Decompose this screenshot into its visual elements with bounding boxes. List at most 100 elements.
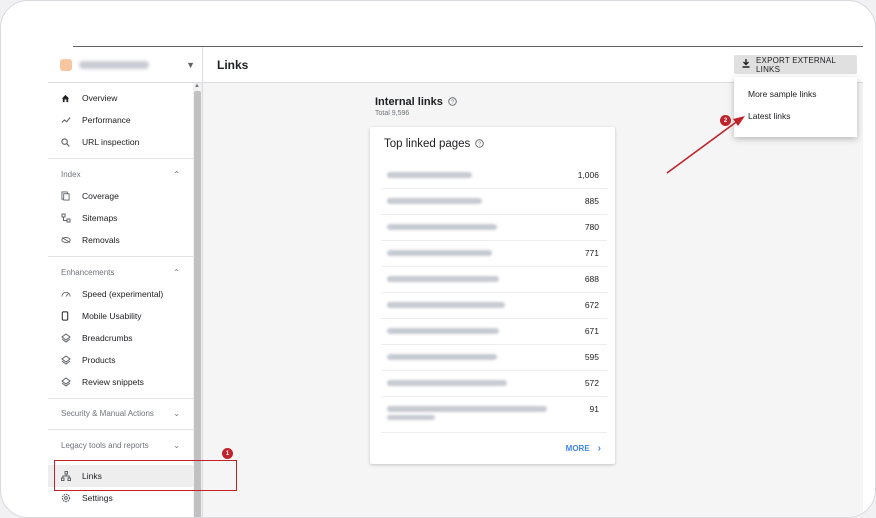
sidebar-item-mobile-usability[interactable]: Mobile Usability	[48, 305, 193, 327]
table-row[interactable]: 91	[381, 397, 607, 433]
link-count: 572	[584, 378, 599, 388]
more-label: MORE	[565, 444, 590, 453]
sidebar-item-breadcrumbs[interactable]: Breadcrumbs	[48, 327, 193, 349]
blurred-url	[387, 354, 497, 360]
table-row[interactable]: 688	[381, 267, 607, 293]
sidebar-item-sitemaps[interactable]: Sitemaps	[48, 207, 193, 229]
property-selector[interactable]: ▼	[48, 47, 203, 83]
section-label: Index	[61, 170, 81, 179]
menu-item-latest-links[interactable]: Latest links	[748, 111, 791, 121]
card-title: Top linked pages	[384, 138, 471, 150]
top-linked-pages-card: Top linked pages ? 1,006 885 780 771 688…	[370, 127, 615, 464]
gear-icon	[48, 493, 74, 503]
sidebar-item-label: Breadcrumbs	[82, 333, 133, 343]
table-row[interactable]: 885	[381, 189, 607, 215]
section-security[interactable]: Security & Manual Actions ⌄	[48, 409, 193, 418]
blurred-url	[387, 328, 499, 334]
section-index[interactable]: Index ⌃	[48, 170, 193, 179]
sidebar-item-overview[interactable]: Overview	[48, 87, 193, 109]
sidebar-item-performance[interactable]: Performance	[48, 109, 193, 131]
scroll-up-arrow-icon[interactable]: ▲	[194, 83, 200, 89]
property-favicon-icon	[60, 58, 72, 71]
table-row[interactable]: 771	[381, 241, 607, 267]
annotation-arrow	[666, 116, 745, 174]
sitemap-icon	[48, 213, 74, 223]
link-count: 671	[584, 326, 599, 336]
blurred-url	[387, 415, 435, 420]
table-row[interactable]: 1,006	[381, 163, 607, 189]
link-count: 91	[589, 404, 599, 414]
blurred-url	[387, 198, 482, 204]
section-legacy[interactable]: Legacy tools and reports ⌄	[48, 441, 193, 450]
link-count: 595	[584, 352, 599, 362]
table-row[interactable]: 672	[381, 293, 607, 319]
sidebar: ▼ Overview Performance URL inspection In…	[48, 47, 203, 517]
chevron-up-icon: ⌃	[173, 268, 180, 277]
table-row[interactable]: 671	[381, 319, 607, 345]
chevron-down-icon: ⌄	[173, 441, 180, 450]
chevron-down-icon: ⌄	[173, 409, 180, 418]
mobile-icon	[48, 311, 74, 321]
link-count: 885	[584, 196, 599, 206]
layers-icon	[48, 377, 74, 387]
section-label: Legacy tools and reports	[61, 441, 149, 450]
sidebar-item-label: Review snippets	[82, 377, 144, 387]
export-label: EXPORT EXTERNAL LINKS	[756, 55, 836, 74]
dropdown-caret-icon[interactable]: ▼	[186, 60, 195, 70]
sidebar-divider	[48, 158, 193, 159]
sidebar-scrollbar-thumb[interactable]	[194, 91, 201, 517]
help-icon[interactable]: ?	[475, 139, 484, 150]
sidebar-item-label: Sitemaps	[82, 213, 118, 223]
link-count: 1,006	[577, 170, 599, 180]
sidebar-item-coverage[interactable]: Coverage	[48, 185, 193, 207]
link-count: 780	[584, 222, 599, 232]
sidebar-item-label: Coverage	[82, 191, 119, 201]
app-frame: ▼ Overview Performance URL inspection In…	[0, 0, 876, 518]
sidebar-item-products[interactable]: Products	[48, 349, 193, 371]
svg-text:?: ?	[451, 100, 454, 106]
sidebar-item-label: URL inspection	[82, 137, 140, 147]
link-count: 771	[584, 248, 599, 258]
blurred-url	[387, 172, 472, 178]
table-row[interactable]: 572	[381, 371, 607, 397]
sidebar-item-label: Speed (experimental)	[82, 289, 164, 299]
sidebar-item-label: Performance	[82, 115, 131, 125]
table-row[interactable]: 780	[381, 215, 607, 241]
section-label: Enhancements	[61, 268, 115, 277]
more-button[interactable]: MORE ›	[566, 443, 601, 454]
home-icon	[48, 94, 74, 103]
search-icon	[48, 137, 74, 147]
annotation-badge-1: 1	[222, 448, 233, 459]
chevron-right-icon: ›	[597, 443, 601, 454]
sidebar-item-label: Overview	[82, 93, 118, 103]
sidebar-divider	[48, 256, 193, 257]
export-menu: More sample links Latest links	[734, 77, 857, 137]
link-count: 672	[584, 300, 599, 310]
sidebar-item-label: Settings	[82, 493, 113, 503]
menu-item-more-sample-links[interactable]: More sample links	[748, 89, 817, 99]
layers-icon	[48, 333, 74, 343]
sidebar-divider	[48, 429, 193, 430]
table-row[interactable]: 595	[381, 345, 607, 371]
blurred-url	[387, 250, 492, 256]
section-enhancements[interactable]: Enhancements ⌃	[48, 268, 193, 277]
speed-icon	[48, 290, 74, 298]
blurred-url	[387, 406, 547, 412]
sidebar-item-removals[interactable]: Removals	[48, 229, 193, 251]
internal-links-title: Internal links	[375, 96, 443, 108]
sidebar-item-label: Products	[82, 355, 116, 365]
page-title: Links	[217, 58, 249, 72]
sidebar-item-speed[interactable]: Speed (experimental)	[48, 283, 193, 305]
section-label: Security & Manual Actions	[61, 409, 154, 418]
sidebar-item-url-inspection[interactable]: URL inspection	[48, 131, 193, 153]
property-url-blurred	[79, 60, 149, 69]
performance-icon	[48, 116, 74, 124]
internal-links-total: Total 9,596	[375, 110, 410, 117]
export-external-links-button[interactable]: EXPORT EXTERNAL LINKS	[734, 55, 857, 74]
chevron-up-icon: ⌃	[173, 170, 180, 179]
link-count: 688	[584, 274, 599, 284]
blurred-url	[387, 224, 497, 230]
help-icon[interactable]: ?	[448, 97, 457, 108]
sidebar-item-label: Mobile Usability	[82, 311, 142, 321]
sidebar-item-review-snippets[interactable]: Review snippets	[48, 371, 193, 393]
